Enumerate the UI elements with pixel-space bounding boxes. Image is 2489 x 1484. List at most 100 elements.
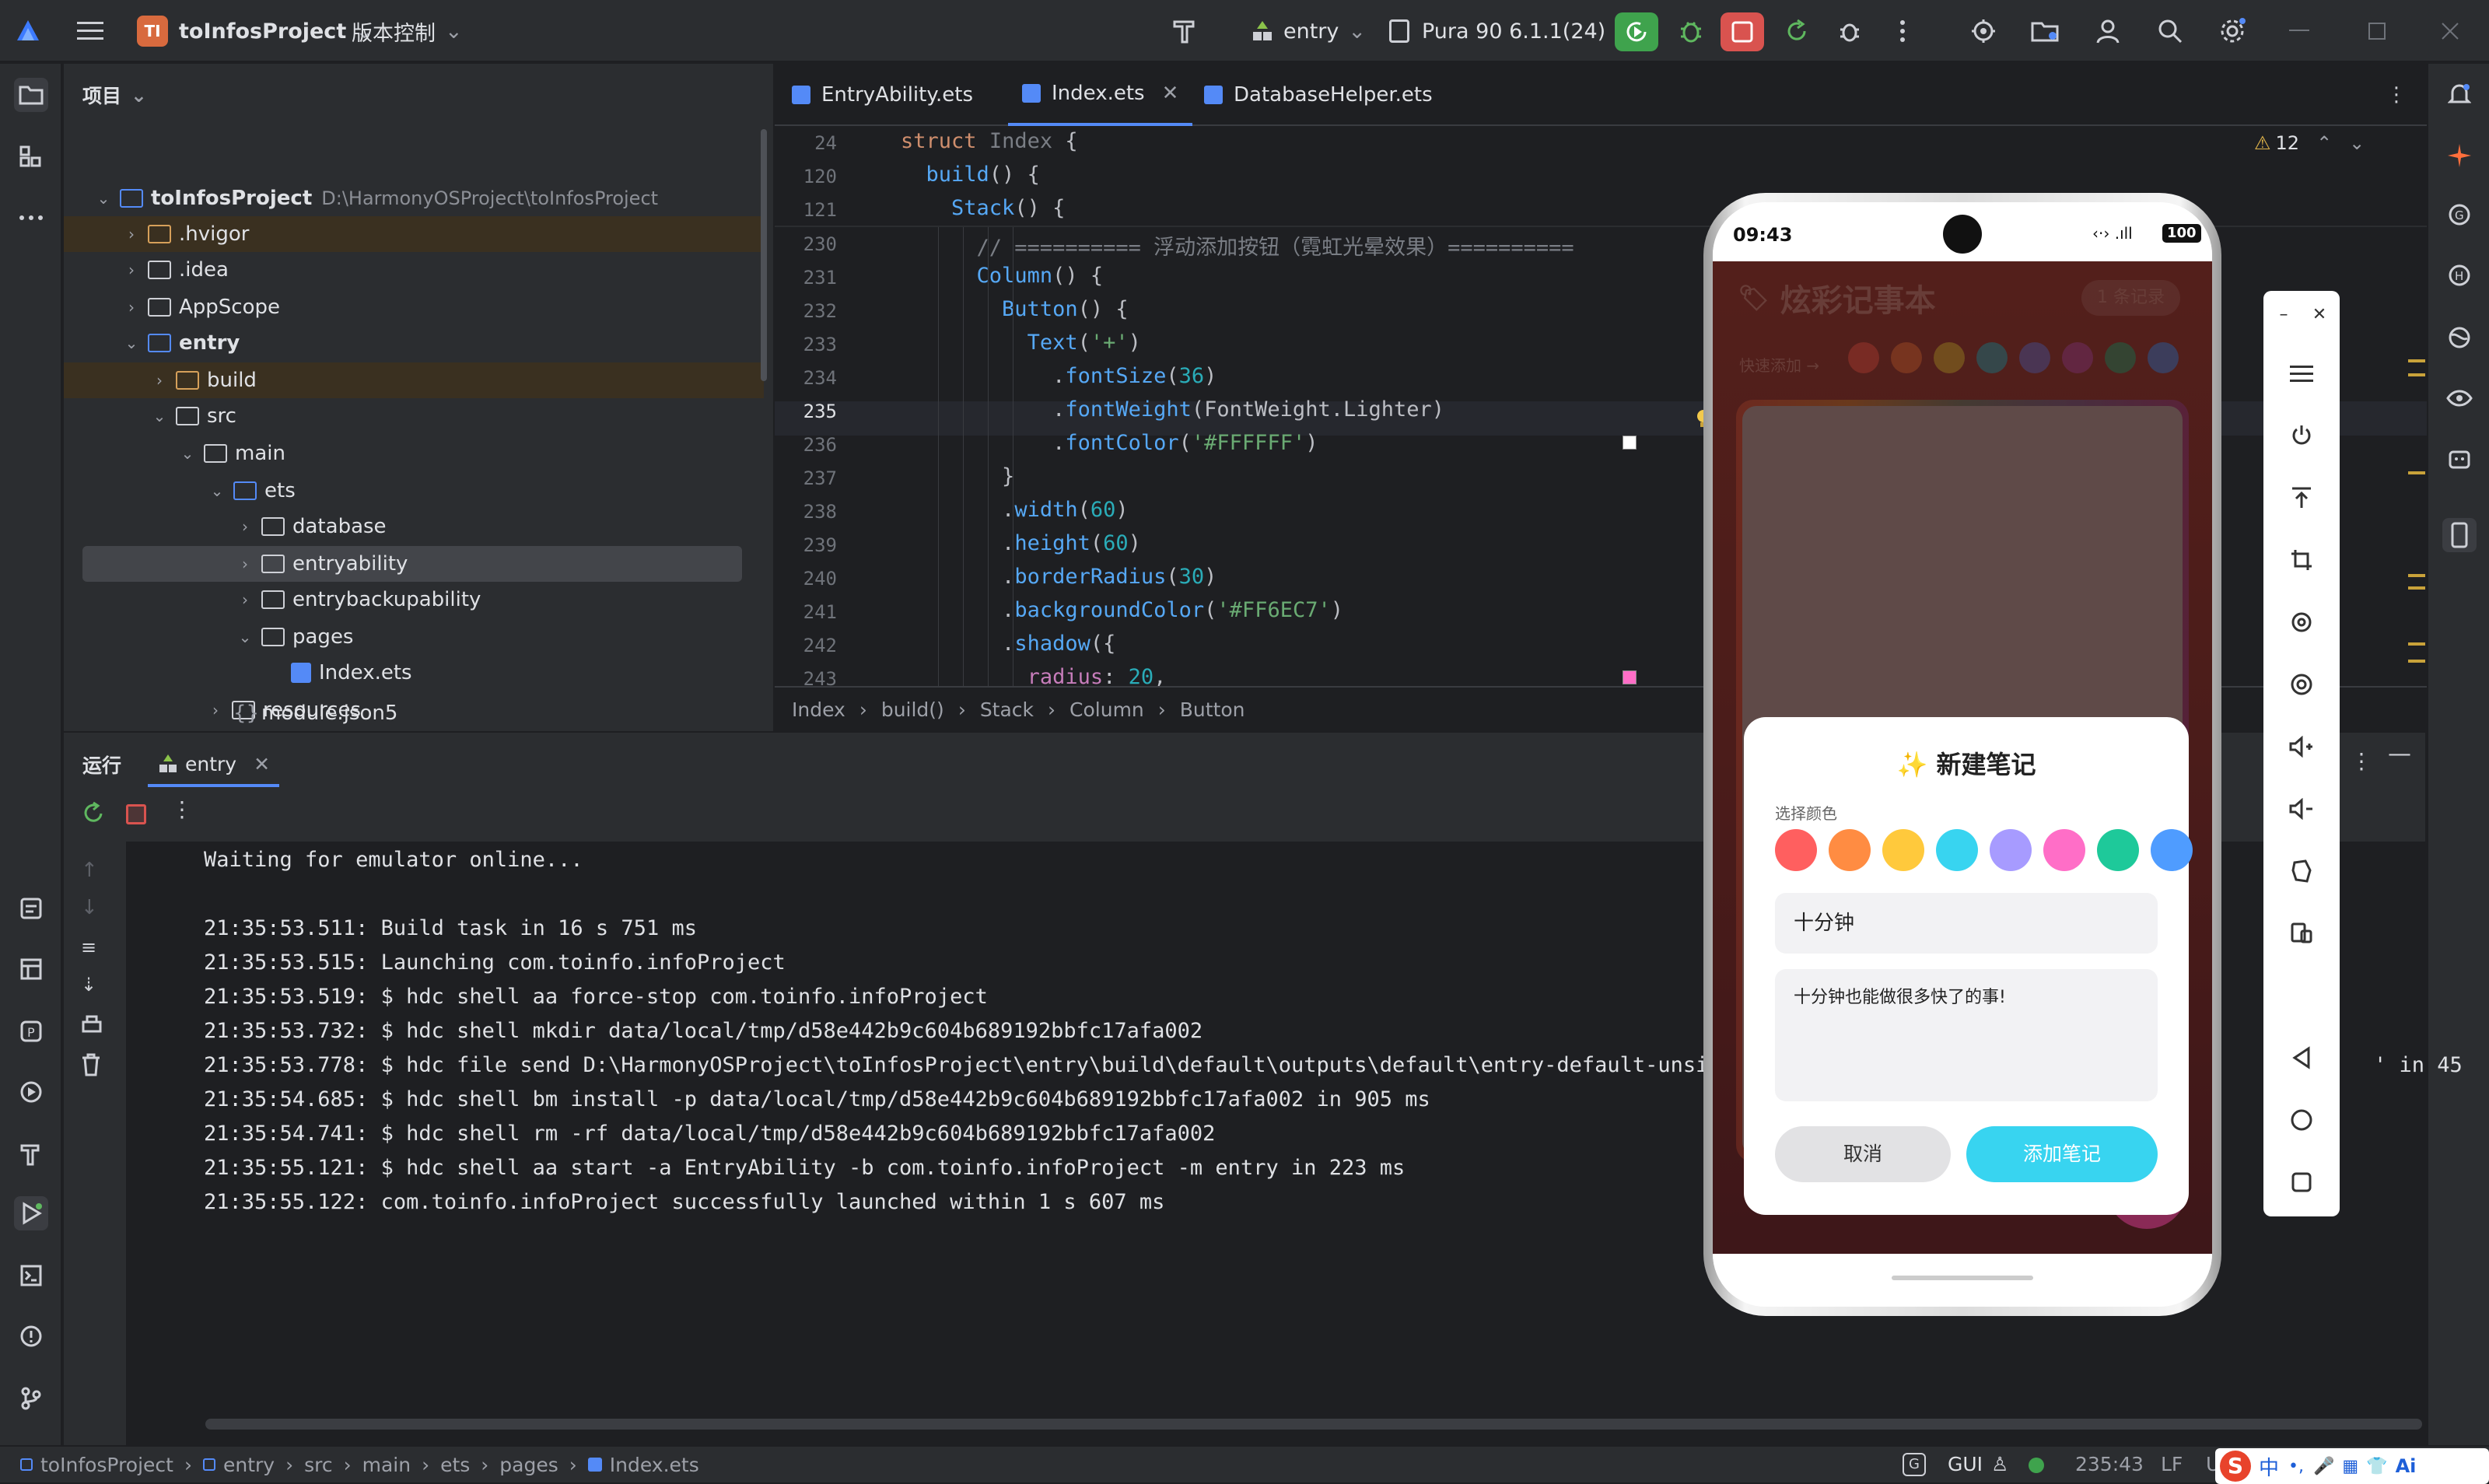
notifications-bell-icon[interactable] [2442, 78, 2477, 112]
tree-item-main[interactable]: ⌄ main [64, 436, 764, 471]
tab-index-ets[interactable]: Index.ets ✕ [1008, 64, 1193, 126]
line-number[interactable]: 120 [775, 166, 837, 187]
code-line[interactable]: .width(60) [901, 498, 1129, 522]
code-line[interactable]: Button() { [901, 297, 1129, 321]
code-line[interactable]: .borderRadius(30) [901, 565, 1216, 589]
tree-item-src[interactable]: ⌄ src [64, 398, 764, 434]
line-number[interactable]: 121 [775, 199, 837, 221]
open-folder-icon[interactable] [2030, 16, 2061, 47]
status-indicator-dot[interactable] [2029, 1458, 2044, 1473]
print-icon[interactable] [81, 1014, 103, 1039]
note-content-input[interactable]: 十分钟也能做很多快了的事! [1775, 969, 2158, 1101]
close-icon[interactable]: ✕ [2304, 299, 2335, 330]
skin-icon[interactable]: 👕 [2366, 1457, 2387, 1476]
error-stripe-marker[interactable] [2408, 642, 2425, 646]
device-selector[interactable]: Pura 90 6.1.1(24) ⌄ [1389, 0, 1633, 62]
add-note-button[interactable]: 添加笔记 [1966, 1126, 2158, 1182]
preview-eye-icon[interactable] [2442, 381, 2477, 415]
status-crumb[interactable]: src [304, 1454, 333, 1476]
screenshot-icon[interactable] [2286, 669, 2317, 700]
microphone-icon[interactable]: 🎤 [2313, 1457, 2334, 1476]
breadcrumb-item[interactable]: Index [792, 698, 845, 721]
problems-tool-icon[interactable] [14, 1319, 48, 1353]
project-panel-header[interactable]: 项目 ⌄ [82, 81, 147, 109]
code-line[interactable]: Stack() { [901, 196, 1065, 220]
line-number[interactable]: 243 [775, 668, 837, 686]
scroll-to-end-icon[interactable]: ⇣ [81, 974, 96, 996]
breadcrumb-item[interactable]: build() [881, 698, 944, 721]
line-number[interactable]: 242 [775, 635, 837, 656]
error-stripe-marker[interactable] [2408, 660, 2425, 663]
code-line[interactable]: .backgroundColor('#FF6EC7') [901, 598, 1343, 622]
status-crumb[interactable]: Index.ets [610, 1454, 699, 1476]
ime-toolbar[interactable]: S 中 •, 🎤 ▦ 👕 Ai [2215, 1448, 2489, 1484]
project-switcher[interactable]: TI toInfosProject ⌄ [137, 0, 373, 62]
crop-icon[interactable] [2286, 544, 2317, 576]
gradle-tool-icon[interactable]: G [2442, 198, 2477, 232]
trash-icon[interactable] [81, 1053, 101, 1080]
menu-icon[interactable] [2286, 358, 2317, 389]
minimize-panel-icon[interactable]: — [2388, 740, 2411, 768]
tree-root[interactable]: ⌄ toInfosProject D:\HarmonyOSProject\toI… [64, 180, 764, 216]
close-tab-icon[interactable]: ✕ [1162, 82, 1179, 105]
breadcrumb-item[interactable]: Button [1180, 698, 1245, 721]
color-option[interactable] [2043, 829, 2085, 871]
code-line[interactable]: .fontWeight(FontWeight.Lighter) [901, 397, 1444, 422]
back-icon[interactable] [2286, 1042, 2317, 1073]
arrow-up-icon[interactable]: ↑ [81, 859, 98, 882]
code-line[interactable]: } [901, 464, 1014, 488]
close-tab-icon[interactable]: ✕ [254, 753, 270, 775]
chevron-up-icon[interactable]: ⌃ [2316, 132, 2332, 154]
color-option[interactable] [1882, 829, 1924, 871]
cursor-position[interactable]: 235:43 [2075, 1453, 2144, 1475]
home-indicator[interactable] [1892, 1276, 2033, 1280]
line-number[interactable]: 231 [775, 267, 837, 289]
app-inspector-icon[interactable] [2442, 442, 2477, 476]
color-option[interactable] [1936, 829, 1978, 871]
ai-icon[interactable]: Ai [2396, 1455, 2417, 1477]
code-line[interactable]: radius: 20, [901, 665, 1167, 686]
volume-up-icon[interactable] [2286, 731, 2317, 762]
color-swatch-pink[interactable] [1623, 670, 1637, 684]
vcs-menu[interactable]: 版本控制 ⌄ [352, 0, 463, 62]
database-tool-icon[interactable] [2442, 320, 2477, 355]
color-option[interactable] [2097, 829, 2139, 871]
profiler-tool-icon[interactable]: P [14, 1014, 48, 1048]
chevron-down-icon[interactable]: ⌄ [2349, 132, 2365, 154]
tree-item-idea[interactable]: › .idea [64, 252, 764, 288]
more-options-icon[interactable]: ⋮ [2351, 748, 2372, 774]
log-tool-icon[interactable] [14, 952, 48, 986]
breadcrumb-item[interactable]: Column [1069, 698, 1144, 721]
status-crumb[interactable]: toInfosProject [40, 1454, 173, 1476]
device-manager-icon[interactable] [1968, 16, 1999, 47]
more-actions-icon[interactable] [1887, 16, 1918, 47]
home-icon[interactable] [2286, 1104, 2317, 1136]
services-tool-icon[interactable] [14, 1075, 48, 1109]
arrow-down-icon[interactable]: ↓ [81, 896, 98, 919]
status-crumb[interactable]: pages [499, 1454, 558, 1476]
harmony-tool-icon[interactable]: H [2442, 258, 2477, 292]
volume-down-icon[interactable] [2286, 793, 2317, 824]
tab-options-icon[interactable]: ⋮ [2386, 64, 2407, 126]
line-number[interactable]: 239 [775, 534, 837, 556]
search-icon[interactable] [2155, 16, 2186, 47]
gui-label[interactable]: GUI [1948, 1453, 1983, 1475]
line-number[interactable]: 230 [775, 233, 837, 255]
code-line[interactable]: Column() { [901, 264, 1104, 288]
error-stripe-marker[interactable] [2408, 586, 2425, 590]
terminal-tool-icon[interactable] [14, 1258, 48, 1293]
recents-icon[interactable] [2286, 1167, 2317, 1198]
tree-item-entry[interactable]: ⌄ entry [64, 325, 764, 361]
stop-button[interactable] [1721, 12, 1764, 51]
breadcrumb-item[interactable]: Stack [980, 698, 1034, 721]
line-number[interactable]: 232 [775, 300, 837, 322]
line-number[interactable]: 234 [775, 367, 837, 389]
code-line[interactable]: build() { [901, 163, 1040, 187]
tree-item-module-json5[interactable]: {} module.json5 [64, 695, 764, 731]
line-number[interactable]: 237 [775, 467, 837, 489]
tree-item-build[interactable]: › build [64, 362, 764, 398]
inspection-widget[interactable]: ⚠ 12 ⌃ ⌄ [2254, 132, 2365, 154]
line-number[interactable]: 238 [775, 501, 837, 523]
color-swatch-white[interactable] [1623, 436, 1637, 450]
code-line[interactable]: .fontSize(36) [901, 364, 1216, 388]
